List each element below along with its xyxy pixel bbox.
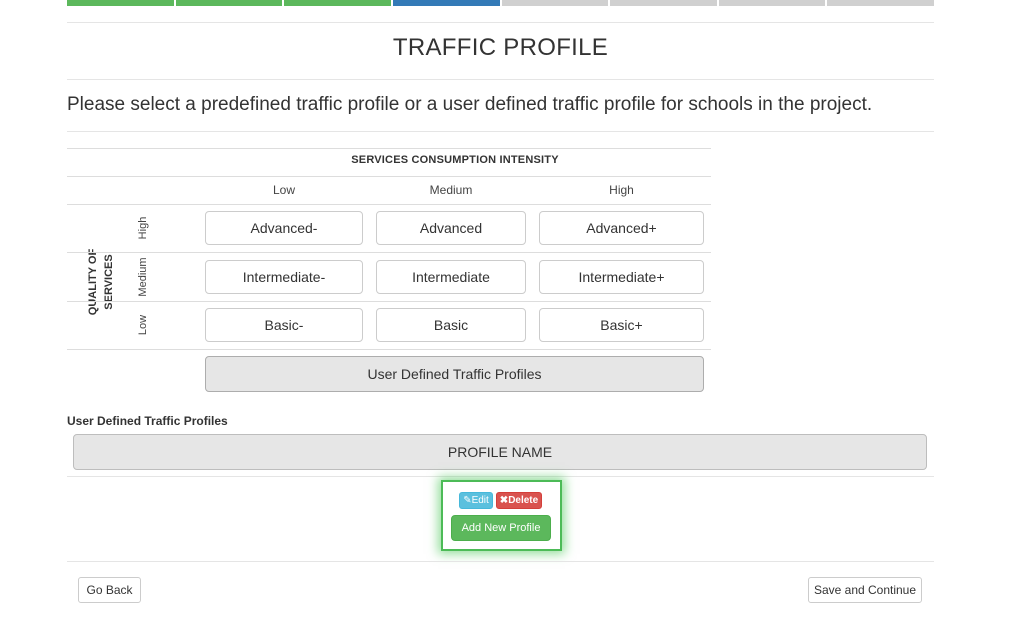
divider — [67, 561, 934, 562]
profile-intermediate-button[interactable]: Intermediate — [376, 260, 526, 294]
edit-icon: ✎ — [463, 495, 472, 506]
divider — [67, 476, 934, 477]
instructions-text: Please select a predefined traffic profi… — [67, 94, 873, 115]
delete-button[interactable]: ✖Delete — [496, 492, 542, 509]
progress-step-6 — [610, 0, 717, 6]
profile-basic-button[interactable]: Basic — [376, 308, 526, 342]
quality-of-services-label: QUALITY OF SERVICES — [87, 248, 115, 316]
profile-basic-plus-button[interactable]: Basic+ — [539, 308, 704, 342]
profile-intermediate-minus-button[interactable]: Intermediate- — [205, 260, 363, 294]
delete-label: Delete — [508, 495, 539, 506]
progress-step-8 — [827, 0, 934, 6]
progress-step-7 — [718, 0, 826, 6]
divider — [67, 22, 934, 23]
section-label: User Defined Traffic Profiles — [67, 414, 228, 428]
edit-label: Edit — [471, 495, 489, 506]
progress-steps — [67, 0, 934, 6]
column-label-medium: Medium — [429, 183, 473, 197]
column-label-low: Low — [272, 183, 295, 197]
profile-name-column-header: PROFILE NAME — [73, 434, 927, 470]
delete-icon: ✖ — [499, 495, 509, 506]
progress-step-3 — [284, 0, 391, 6]
profile-advanced-button[interactable]: Advanced — [376, 211, 526, 245]
divider — [67, 131, 934, 132]
progress-step-1 — [67, 0, 174, 6]
divider — [67, 79, 934, 80]
progress-step-4 — [392, 0, 500, 6]
column-label-high: High — [609, 183, 634, 197]
user-defined-profiles-button[interactable]: User Defined Traffic Profiles — [205, 356, 704, 392]
matrix-column-header: SERVICES CONSUMPTION INTENSITY — [351, 154, 559, 166]
profile-basic-minus-button[interactable]: Basic- — [205, 308, 363, 342]
save-and-continue-button[interactable]: Save and Continue — [808, 577, 922, 603]
profile-advanced-minus-button[interactable]: Advanced- — [205, 211, 363, 245]
profile-actions-panel: ✎Edit ✖Delete Add New Profile — [441, 480, 562, 551]
page-title: TRAFFIC PROFILE — [392, 34, 609, 61]
add-new-profile-button[interactable]: Add New Profile — [451, 515, 551, 541]
edit-button[interactable]: ✎Edit — [459, 492, 493, 509]
row-label-low: Low — [137, 314, 149, 336]
profile-intermediate-plus-button[interactable]: Intermediate+ — [539, 260, 704, 294]
go-back-button[interactable]: Go Back — [78, 577, 141, 603]
profile-advanced-plus-button[interactable]: Advanced+ — [539, 211, 704, 245]
progress-step-5 — [501, 0, 609, 6]
progress-step-2 — [175, 0, 283, 6]
